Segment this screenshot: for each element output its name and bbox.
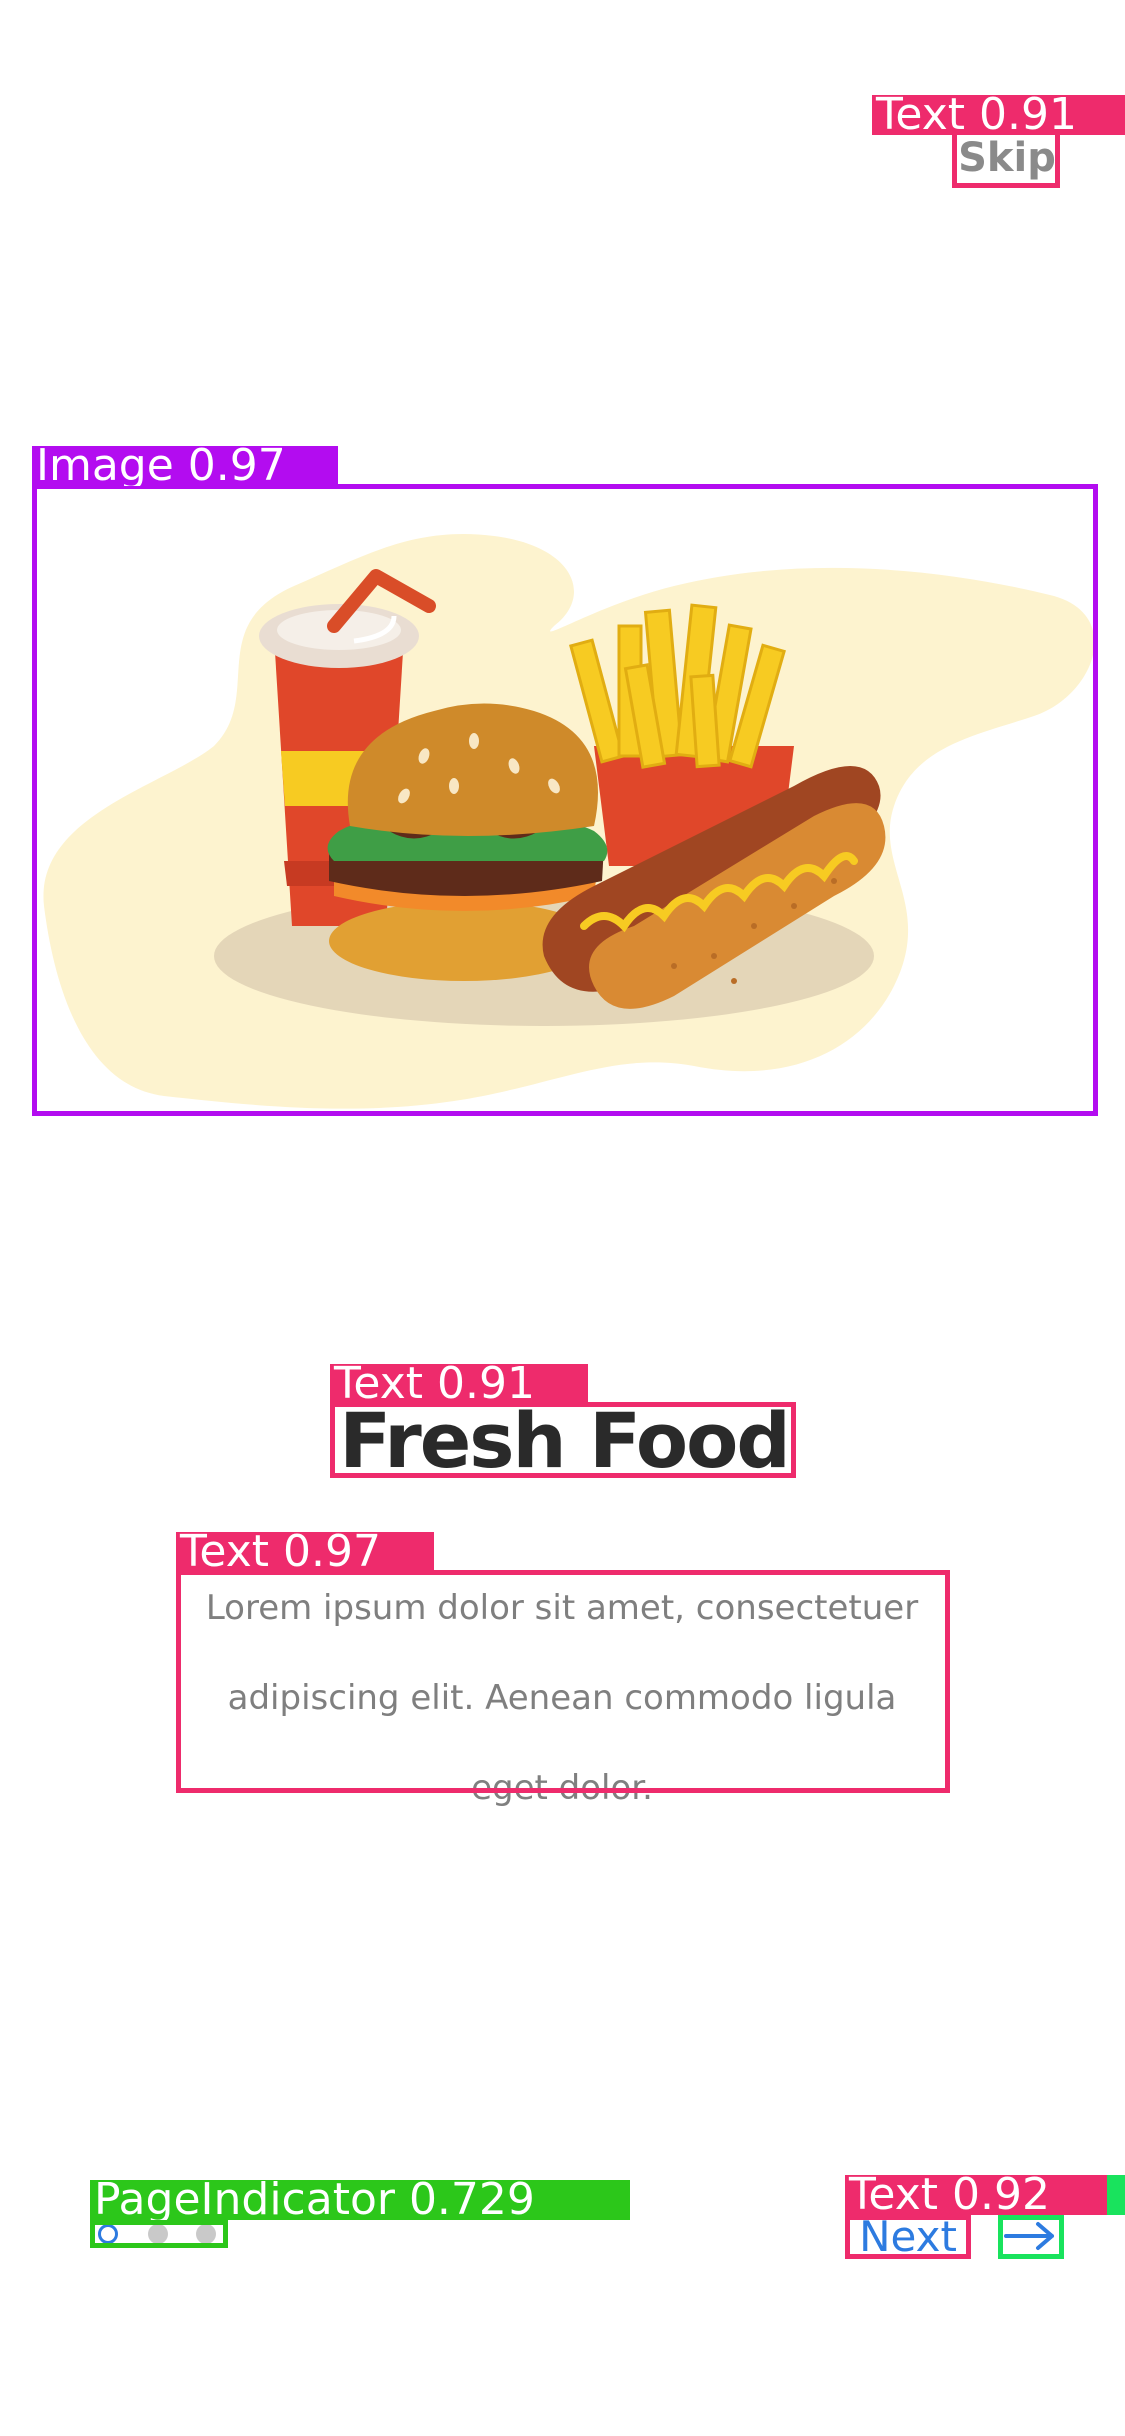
- page-indicator-detection-box: [90, 2220, 228, 2248]
- title-detection-label: Text 0.91: [330, 1364, 588, 1404]
- next-detection-box: [845, 2215, 971, 2259]
- arrow-detection-box: [998, 2215, 1064, 2259]
- description-detection-box: [176, 1570, 950, 1793]
- skip-detection-box: [952, 130, 1060, 188]
- hero-detection-label: Image 0.97: [32, 446, 338, 486]
- page-indicator-detection-label: PageIndicator 0.729: [90, 2180, 630, 2220]
- next-detection-label: Text 0.92: [845, 2175, 1107, 2215]
- description-detection-label: Text 0.97: [176, 1532, 434, 1572]
- title-detection-box: [330, 1402, 796, 1478]
- arrow-detection-label-fragment: [1107, 2175, 1125, 2215]
- skip-detection-label: Text 0.91: [872, 95, 1125, 135]
- hero-detection-box: [32, 484, 1098, 1116]
